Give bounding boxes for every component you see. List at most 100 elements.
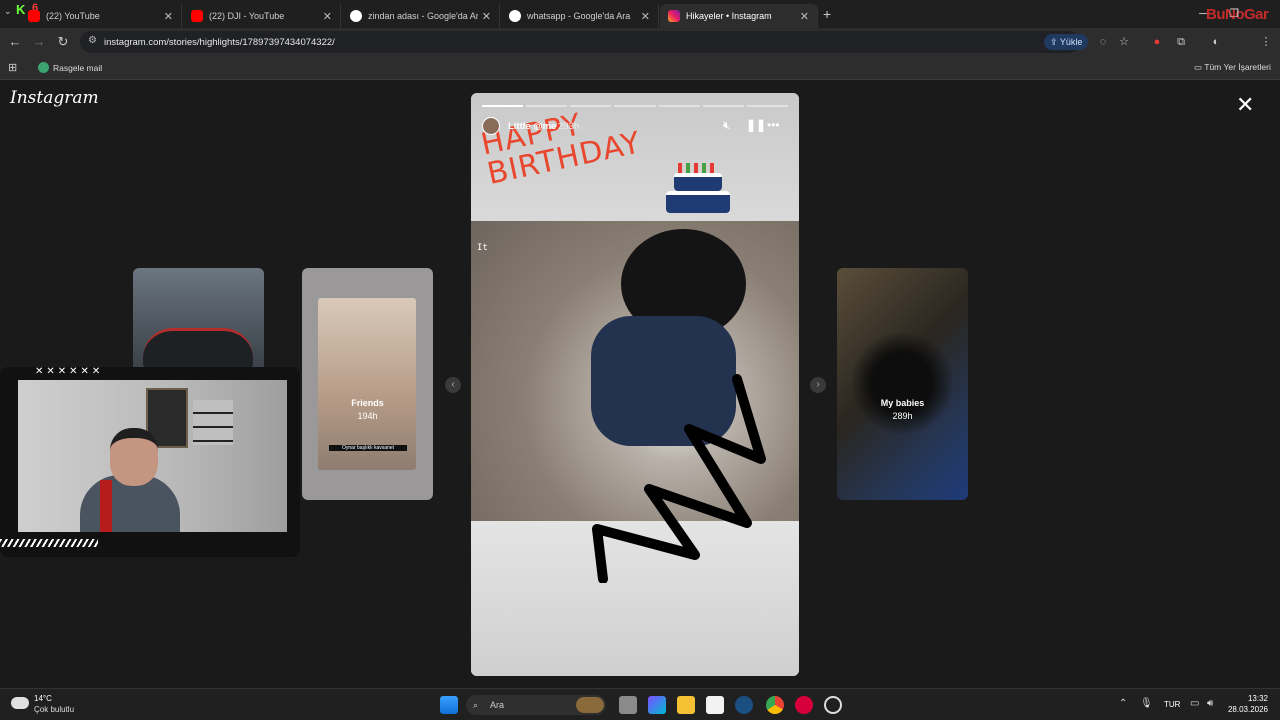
maximize-button[interactable]: ❐ bbox=[1219, 4, 1249, 24]
all-bookmarks-label: Tüm Yer İşaretleri bbox=[1204, 62, 1271, 72]
taskbar-search[interactable]: ⌕ Ara bbox=[466, 695, 606, 715]
tab-instagram-stories[interactable]: Hikayeler • Instagram ✕ bbox=[660, 4, 818, 28]
instagram-stories-page: Instagram ✕ Friends 194h Oynar başlıklı … bbox=[0, 80, 1280, 688]
tab-google-zindan[interactable]: zindan adası - Google'da Ara ✕ bbox=[342, 4, 500, 28]
search-highlight-image bbox=[576, 697, 604, 713]
highlight-time: 194h bbox=[357, 411, 378, 421]
tab-strip: ⌄ K 6 (22) YouTube ✕ (22) DJI - YouTube … bbox=[0, 0, 1280, 28]
story-progress-segment bbox=[570, 105, 612, 107]
steam-icon[interactable] bbox=[735, 696, 753, 714]
weather-temperature[interactable]: 14°C bbox=[34, 694, 52, 703]
copilot-icon[interactable] bbox=[648, 696, 666, 714]
google-icon bbox=[350, 10, 362, 22]
browser-toolbar: ← → ↻ ⚙ instagram.com/stories/highlights… bbox=[0, 28, 1280, 56]
eye-slash-icon[interactable]: ◌ bbox=[1095, 34, 1111, 50]
tab-title: zindan adası - Google'da Ara bbox=[368, 11, 478, 21]
more-options-icon[interactable]: ••• bbox=[767, 118, 780, 132]
chrome-icon[interactable] bbox=[766, 696, 784, 714]
upload-button[interactable]: ⇪ Yükle bbox=[1044, 34, 1089, 50]
highlight-caption: Oynar başlıklı kavsanet bbox=[329, 445, 407, 451]
cake-bottom-tier bbox=[666, 191, 730, 213]
close-tab-icon[interactable]: ✕ bbox=[641, 10, 650, 23]
network-icon[interactable]: ▭ bbox=[1190, 698, 1199, 709]
mute-icon[interactable]: 🔇︎ bbox=[723, 118, 731, 133]
bookmark-random-mail[interactable]: Rasgele mail bbox=[38, 62, 102, 73]
opera-gx-icon[interactable] bbox=[795, 696, 813, 714]
app-spinner-icon[interactable] bbox=[824, 696, 842, 714]
tab-google-whatsapp[interactable]: whatsapp - Google'da Ara ✕ bbox=[501, 4, 659, 28]
previous-story-button[interactable]: ‹ bbox=[445, 377, 461, 393]
close-tab-icon[interactable]: ✕ bbox=[482, 10, 491, 23]
search-icon: ⌕ bbox=[473, 700, 479, 710]
streamer-head bbox=[110, 428, 158, 486]
all-bookmarks-button[interactable]: ▭ Tüm Yer İşaretleri bbox=[1194, 62, 1271, 73]
car-dashboard-image bbox=[143, 328, 253, 368]
google-icon bbox=[509, 10, 521, 22]
close-stories-button[interactable]: ✕ bbox=[1236, 94, 1254, 116]
bookmarks-bar: ⊞ Rasgele mail ▭ Tüm Yer İşaretleri bbox=[0, 56, 1280, 80]
search-placeholder: Ara bbox=[490, 700, 505, 710]
microphone bbox=[100, 480, 112, 532]
tab-title: (22) YouTube bbox=[46, 11, 100, 21]
story-username[interactable]: Little @me bbox=[508, 121, 556, 132]
weather-description[interactable]: Çok bulutlu bbox=[34, 705, 74, 714]
highlight-my-babies[interactable]: My babies 289h bbox=[837, 268, 968, 500]
motorcycle-image bbox=[852, 328, 952, 438]
overlay-stripes bbox=[0, 539, 98, 547]
site-info-icon[interactable]: ⚙ bbox=[88, 35, 97, 46]
tab-youtube-dji[interactable]: (22) DJI - YouTube ✕ bbox=[183, 4, 341, 28]
story-timestamp: 293h bbox=[558, 121, 580, 132]
youtube-icon bbox=[191, 10, 203, 22]
extension-red-icon[interactable]: ● bbox=[1149, 34, 1165, 50]
tray-chevron-icon[interactable]: ⌃ bbox=[1119, 698, 1127, 709]
globe-icon bbox=[38, 62, 49, 73]
reload-button[interactable]: ↻ bbox=[52, 32, 74, 52]
instagram-logo[interactable]: Instagram bbox=[10, 88, 99, 108]
menu-kebab-icon[interactable]: ⋮ bbox=[1258, 34, 1274, 50]
task-view-icon[interactable] bbox=[619, 696, 637, 714]
store-icon[interactable] bbox=[706, 696, 724, 714]
bookmark-label: Rasgele mail bbox=[53, 62, 103, 73]
close-tab-icon[interactable]: ✕ bbox=[323, 10, 332, 23]
minimize-button[interactable]: ─ bbox=[1188, 4, 1218, 24]
story-progress-segment bbox=[614, 105, 656, 107]
windows-start-icon[interactable] bbox=[440, 696, 458, 714]
back-button[interactable]: ← bbox=[4, 32, 26, 52]
folder-icon: ▭ bbox=[1194, 62, 1205, 72]
url-text: instagram.com/stories/highlights/1789739… bbox=[104, 36, 335, 48]
next-story-button[interactable]: › bbox=[810, 377, 826, 393]
story-progress-segment bbox=[526, 105, 568, 107]
extensions-puzzle-icon[interactable]: ⧉ bbox=[1173, 34, 1189, 50]
address-bar[interactable]: ⚙ instagram.com/stories/highlights/17897… bbox=[80, 31, 1080, 53]
file-explorer-icon[interactable] bbox=[677, 696, 695, 714]
windows-taskbar: 14°C Çok bulutlu ⌕ Ara ⌃ 🎙︎ TUR ▭ 🔊︎ 13:… bbox=[0, 688, 1280, 720]
microphone-icon[interactable]: 🎙︎ bbox=[1140, 698, 1153, 709]
webcam-overlay: ✕✕✕✕✕✕ bbox=[0, 366, 300, 557]
bookmark-star-icon[interactable]: ☆ bbox=[1116, 34, 1132, 50]
youtube-icon bbox=[28, 10, 40, 22]
birthday-cake-sticker bbox=[664, 163, 732, 217]
pause-icon[interactable]: ❚❚ bbox=[746, 118, 766, 132]
tab-title: Hikayeler • Instagram bbox=[686, 11, 772, 21]
clock-date[interactable]: 28.03.2026 bbox=[1226, 705, 1268, 714]
highlight-time: 289h bbox=[892, 411, 913, 421]
close-tab-icon[interactable]: ✕ bbox=[800, 10, 809, 23]
clock-time[interactable]: 13:32 bbox=[1238, 694, 1268, 703]
forward-button[interactable]: → bbox=[28, 32, 50, 52]
apps-grid-icon[interactable]: ⊞ bbox=[8, 61, 17, 74]
weather-cloud-icon[interactable] bbox=[11, 697, 29, 709]
highlight-title: My babies bbox=[880, 398, 925, 408]
cake-top-tier bbox=[674, 173, 722, 191]
highlight-friends[interactable]: Friends 194h Oynar başlıklı kavsanet bbox=[302, 268, 433, 500]
story-user-avatar[interactable] bbox=[482, 117, 500, 135]
new-tab-button[interactable]: + bbox=[823, 6, 831, 22]
story-viewer[interactable]: HAPPY BIRTHDAY It Little @me 293h 🔇︎ ❚❚ … bbox=[471, 93, 799, 676]
wall-shelf bbox=[193, 400, 233, 445]
tab-youtube-home[interactable]: (22) YouTube ✕ bbox=[20, 4, 182, 28]
input-language[interactable]: TUR bbox=[1164, 700, 1180, 709]
profile-icon[interactable]: ◐ bbox=[1208, 34, 1224, 50]
instagram-icon bbox=[668, 10, 680, 22]
close-tab-icon[interactable]: ✕ bbox=[164, 10, 173, 23]
cake-candles bbox=[678, 163, 718, 173]
volume-icon[interactable]: 🔊︎ bbox=[1207, 698, 1213, 709]
